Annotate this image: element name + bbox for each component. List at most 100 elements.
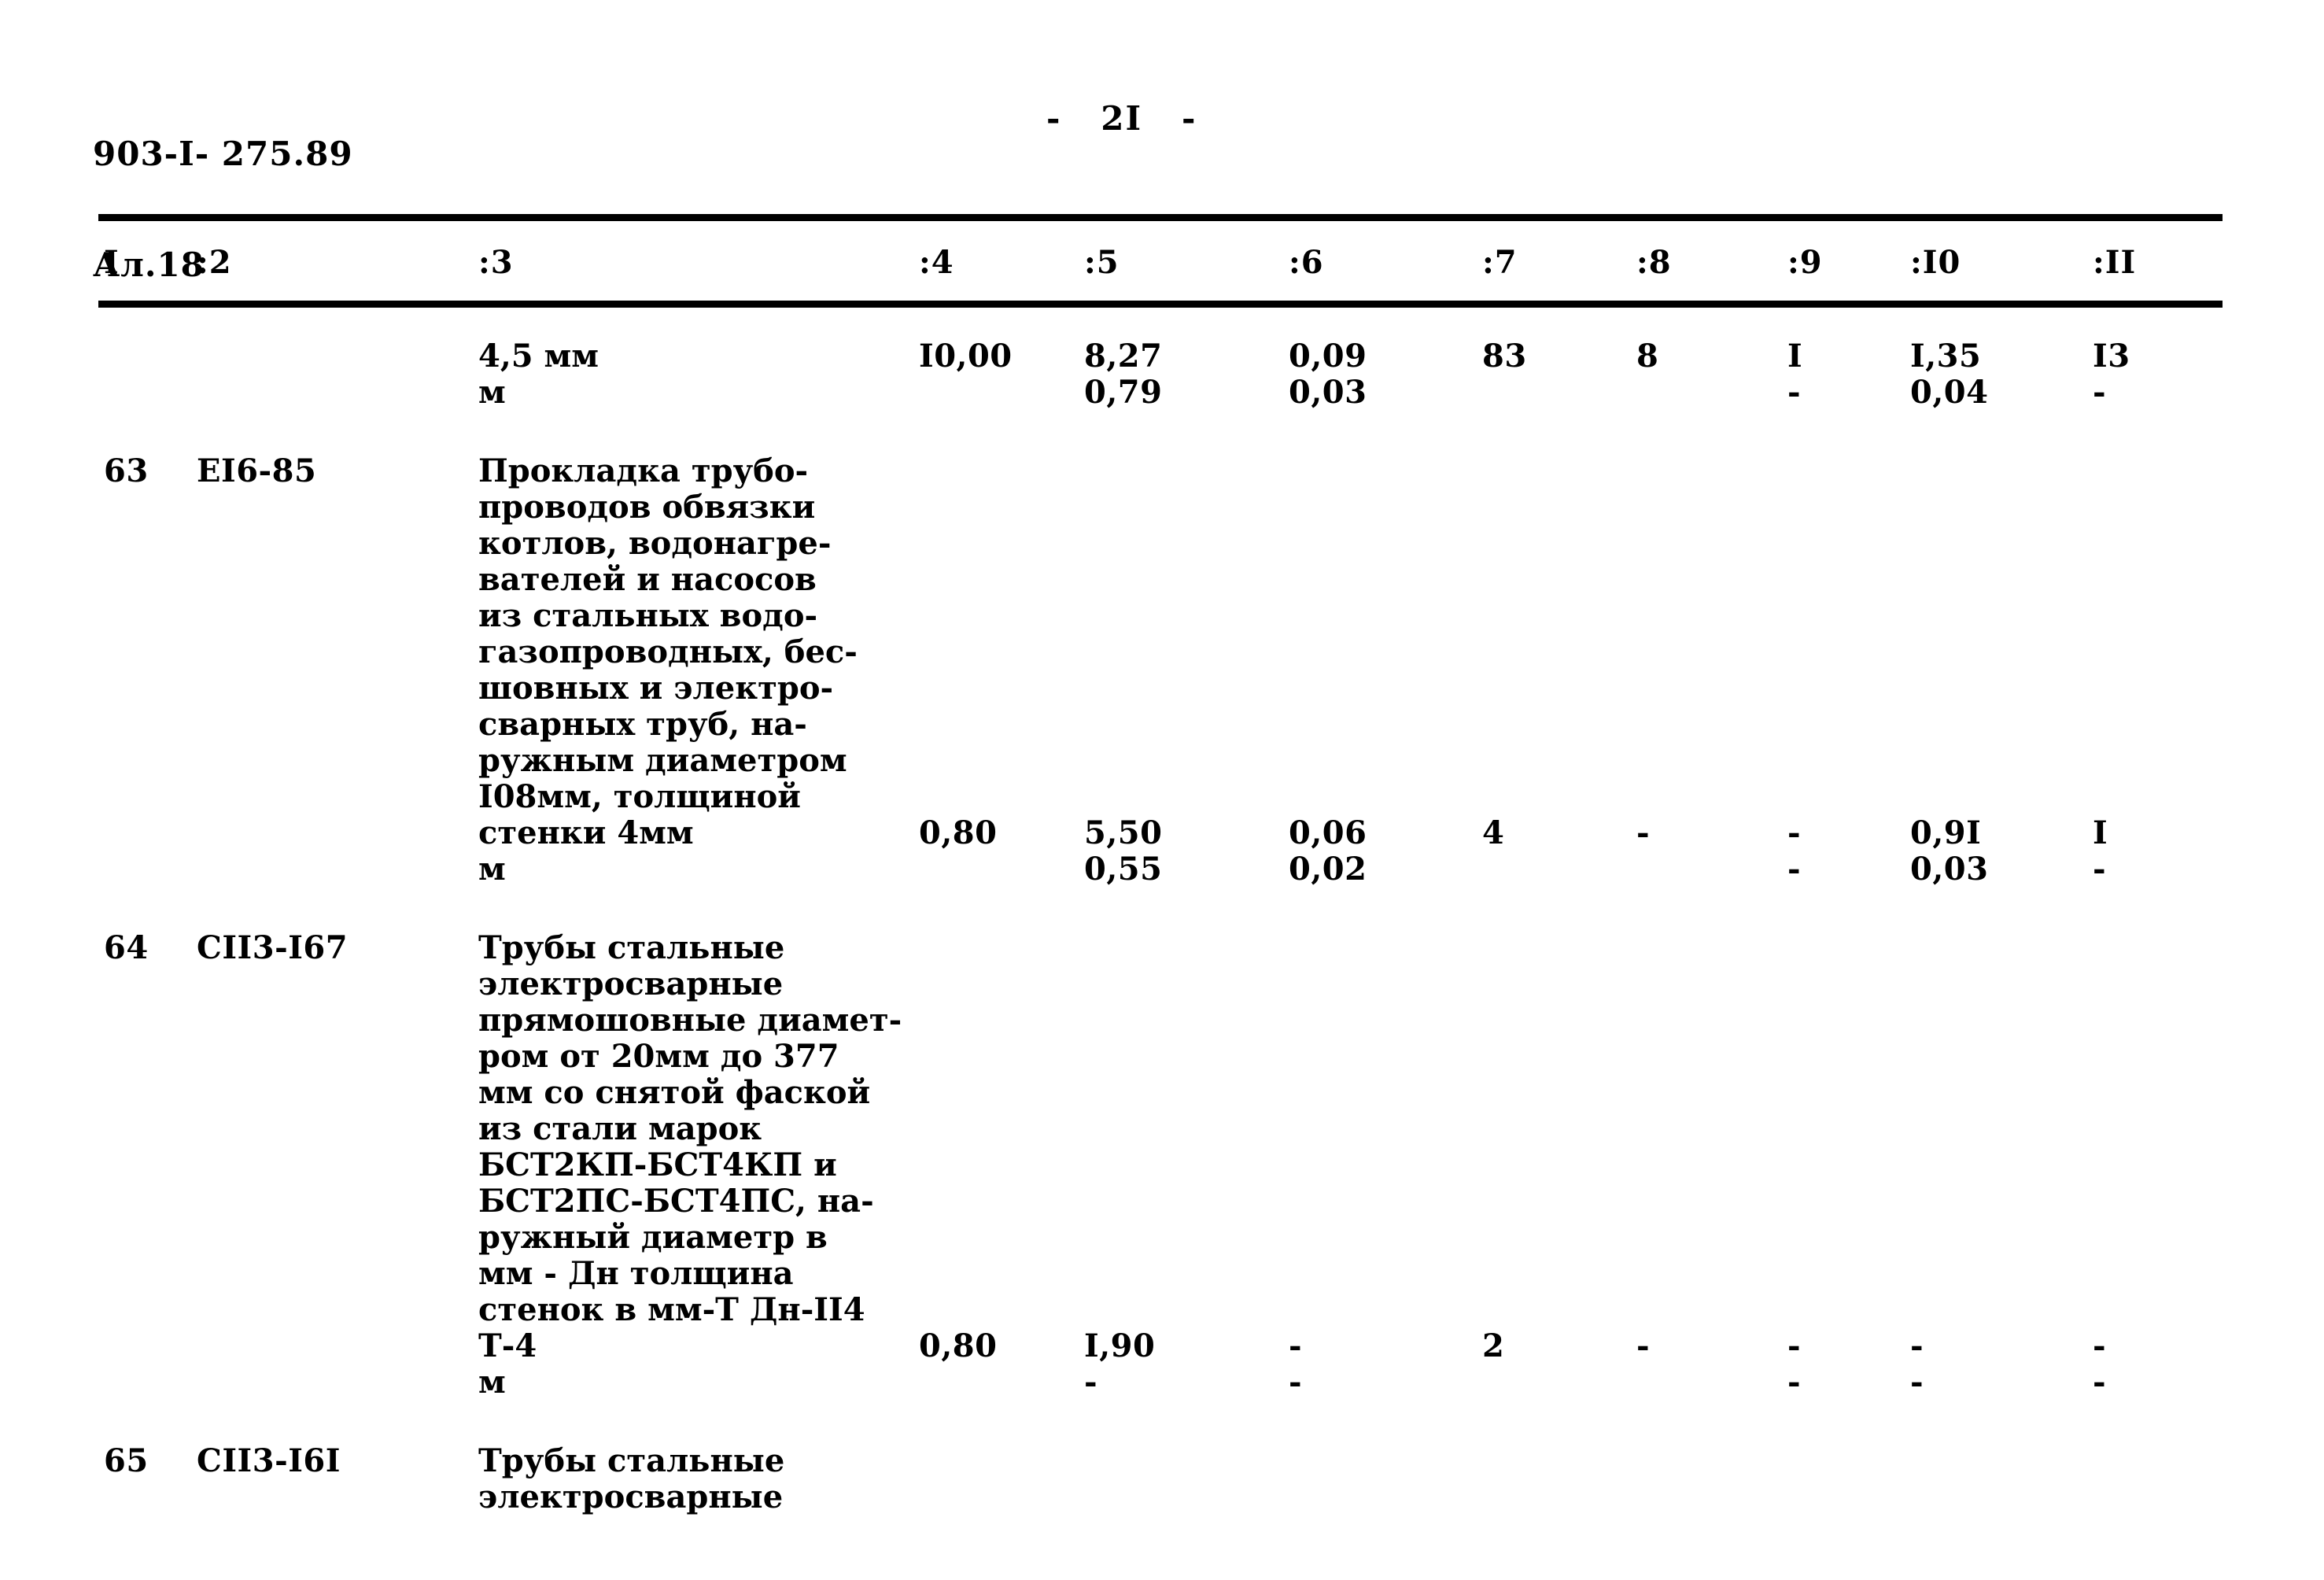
table-top-rule	[98, 214, 2223, 221]
cell-line: -	[1787, 814, 1802, 851]
cell-line: ружным диаметром	[478, 742, 847, 779]
value-col-4: 0,80	[919, 815, 997, 851]
table-row: 4,5 мм м I0,00 8,27 0,79 0,09 0,03 83 8 I - I,35 0,0…	[0, 338, 2324, 411]
value-col-5: 5,50 0,55	[1084, 815, 1162, 888]
document-page: 903-I- 275.89 Ал.18 - 2I - I:2:3:4:5:6:7…	[0, 0, 2324, 1580]
cell-line: -	[2093, 851, 2107, 888]
value-col-11: I-	[2093, 815, 2108, 888]
column-header-1: I	[104, 244, 120, 281]
value-col-9: --	[1787, 815, 1801, 888]
cell-line: проводов обвязки	[478, 489, 816, 526]
row-code: ЕI6-85	[197, 453, 316, 489]
cell-line: 0,79	[1084, 374, 1163, 411]
cell-line: 4,5 мм	[478, 338, 599, 375]
cell-line: I3	[2093, 338, 2130, 375]
cell-line: 8,27	[1084, 338, 1163, 375]
cell-line: I0,00	[919, 338, 1013, 375]
document-code-line-1: 903-I- 275.89	[93, 135, 353, 174]
cell-line: электросварные	[478, 1478, 784, 1515]
cell-line: 65	[104, 1442, 149, 1479]
cell-line: -	[1787, 1364, 1802, 1401]
cell-line: -	[1636, 1327, 1651, 1364]
cell-line: -	[2093, 1327, 2107, 1364]
table-header-bottom-rule	[98, 301, 2223, 308]
cell-line: I,35	[1910, 338, 1982, 375]
cell-line: из стальных водо-	[478, 597, 818, 634]
cell-line: м	[478, 1364, 506, 1401]
column-header-2: :2	[197, 244, 232, 281]
row-code: СII3-I67	[197, 930, 348, 966]
cell-line: мм - Дн толщина	[478, 1255, 794, 1292]
cell-line: 0,03	[1910, 851, 1989, 888]
page-number: - 2I -	[1046, 99, 1197, 138]
cell-line: I08мм, толщиной	[478, 778, 801, 815]
row-description: Прокладка трубо-проводов обвязки котлов, …	[478, 453, 858, 888]
cell-line: I	[2093, 814, 2108, 851]
value-col-10: --	[1910, 1328, 1924, 1401]
cell-line: м	[478, 374, 506, 411]
cell-line: 64	[104, 929, 149, 966]
row-number: 64	[104, 930, 149, 966]
cell-line: ЕI6-85	[197, 452, 317, 489]
cell-line: вателей и насосов	[478, 561, 817, 598]
column-header-4: :4	[919, 244, 954, 281]
cell-line: сварных труб, на-	[478, 706, 807, 743]
value-col-5: 8,27 0,79	[1084, 338, 1162, 411]
value-col-7: 2	[1482, 1328, 1504, 1364]
cell-line: Трубы стальные	[478, 1442, 785, 1479]
cell-line: из стали марок	[478, 1110, 762, 1147]
value-col-5: I,90-	[1084, 1328, 1155, 1401]
value-col-9: I-	[1787, 338, 1802, 411]
cell-line: 2	[1482, 1327, 1505, 1364]
cell-line: мм со снятой фаской	[478, 1074, 871, 1111]
cell-line: 5,50	[1084, 814, 1163, 851]
column-header-3: :3	[478, 244, 514, 281]
value-col-8: -	[1636, 815, 1650, 851]
cell-line: ром от 20мм до 377	[478, 1038, 839, 1075]
value-col-10: I,35 0,04	[1910, 338, 1988, 411]
cell-line: БСТ2ПС-БСТ4ПС, на-	[478, 1183, 874, 1220]
cell-line: СII3-I6I	[197, 1442, 341, 1479]
row-description: Трубы стальные электросварные прямошовные …	[478, 930, 902, 1401]
value-col-11: --	[2093, 1328, 2106, 1401]
cell-line: -	[1289, 1327, 1303, 1364]
cell-line: 0,02	[1289, 851, 1367, 888]
cell-line: 0,80	[919, 1327, 998, 1364]
value-col-7: 4	[1482, 815, 1504, 851]
value-col-4: I0,00	[919, 338, 1013, 375]
cell-line: стенок в мм-Т Дн-II4	[478, 1291, 865, 1328]
cell-line: прямошовные диамет-	[478, 1002, 902, 1039]
row-number: 65	[104, 1443, 149, 1479]
value-col-7: 83	[1482, 338, 1527, 375]
cell-line: -	[1910, 1327, 1924, 1364]
cell-line: СII3-I67	[197, 929, 349, 966]
cell-line: -	[1910, 1364, 1924, 1401]
cell-line: Прокладка трубо-	[478, 452, 809, 489]
cell-line: 0,9I	[1910, 814, 1982, 851]
cell-line: шовных и электро-	[478, 670, 834, 707]
cell-line: -	[1787, 1327, 1802, 1364]
value-col-6: 0,09 0,03	[1289, 338, 1367, 411]
value-col-11: I3-	[2093, 338, 2130, 411]
value-col-8: 8	[1636, 338, 1658, 375]
value-col-9: --	[1787, 1328, 1801, 1401]
cell-line: -	[1787, 374, 1802, 411]
cell-line: ружный диаметр в	[478, 1219, 828, 1256]
cell-line: -	[1636, 814, 1651, 851]
cell-line: 4	[1482, 814, 1505, 851]
value-col-6: --	[1289, 1328, 1302, 1401]
table-row: 64 СII3-I67 Трубы стальные электросварные пр…	[0, 930, 2324, 1401]
cell-line: -	[1787, 851, 1802, 888]
cell-line: 0,09	[1289, 338, 1367, 375]
column-header-6: :6	[1289, 244, 1324, 281]
cell-line: м	[478, 851, 506, 888]
column-header-10: :I0	[1910, 244, 1961, 281]
cell-line: 63	[104, 452, 149, 489]
cell-line: -	[1289, 1364, 1303, 1401]
cell-line: электросварные	[478, 965, 784, 1002]
column-header-7: :7	[1482, 244, 1518, 281]
cell-line: стенки 4мм	[478, 814, 694, 851]
row-number: 63	[104, 453, 149, 489]
cell-line: 0,80	[919, 814, 998, 851]
cell-line: газопроводных, бес-	[478, 633, 858, 670]
